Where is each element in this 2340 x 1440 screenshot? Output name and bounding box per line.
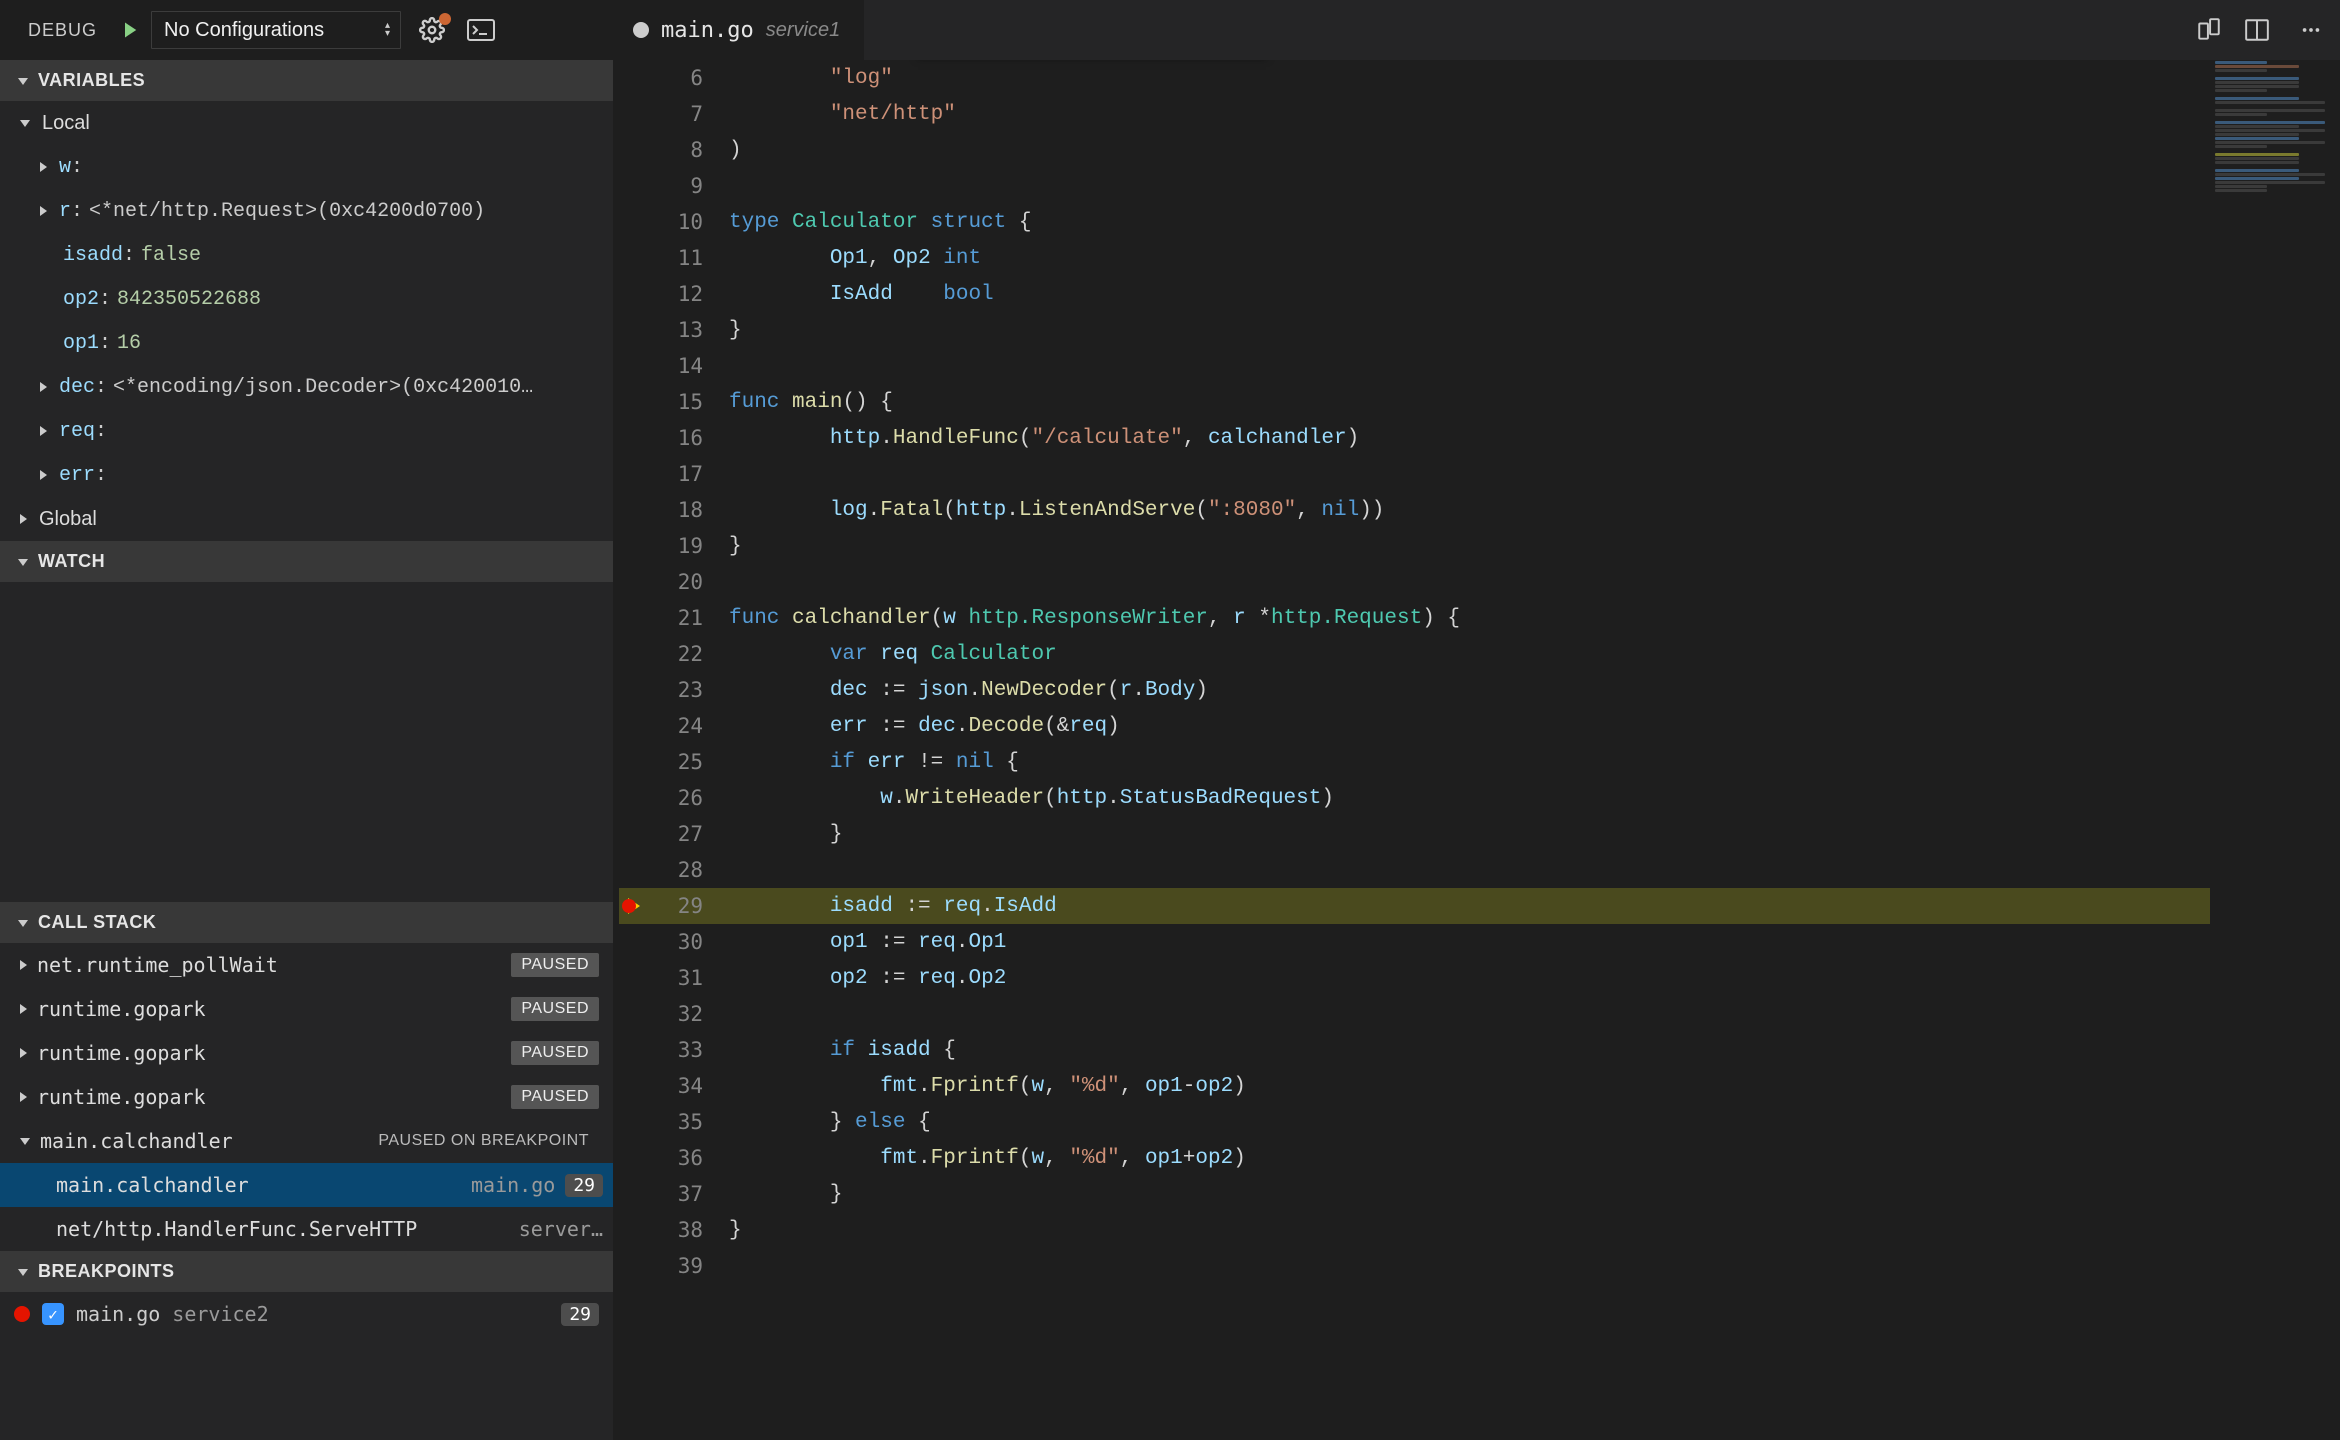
code-line[interactable]: 27 }	[619, 816, 2340, 852]
callstack-thread[interactable]: main.calchandlerPAUSED ON BREAKPOINT	[0, 1119, 613, 1163]
var-row[interactable]: w:	[0, 145, 613, 189]
code-line[interactable]: 30 op1 := req.Op1	[619, 924, 2340, 960]
editor-tabbar: main.go service1	[613, 0, 2340, 60]
code-line[interactable]: 37 }	[619, 1176, 2340, 1212]
code-line[interactable]: 38}	[619, 1212, 2340, 1248]
code-line[interactable]: 6 "log"	[619, 60, 2340, 96]
breakpoints-header[interactable]: BREAKPOINTS	[0, 1251, 613, 1292]
code-line[interactable]: 36 fmt.Fprintf(w, "%d", op1+op2)	[619, 1140, 2340, 1176]
stack-frame[interactable]: net/http.HandlerFunc.ServeHTTPserver…	[0, 1207, 613, 1251]
code-line[interactable]: 29 isadd := req.IsAdd	[619, 888, 2340, 924]
code-line[interactable]: 8)	[619, 132, 2340, 168]
code-line[interactable]: 34 fmt.Fprintf(w, "%d", op1-op2)	[619, 1068, 2340, 1104]
code-line[interactable]: 13}	[619, 312, 2340, 348]
stack-frame[interactable]: main.calchandlermain.go 29	[0, 1163, 613, 1207]
callstack-header[interactable]: CALL STACK	[0, 902, 613, 943]
debug-console-icon[interactable]	[467, 19, 495, 41]
code-line[interactable]: 21func calchandler(w http.ResponseWriter…	[619, 600, 2340, 636]
start-debug-button[interactable]	[115, 15, 145, 45]
code-line[interactable]: 14	[619, 348, 2340, 384]
var-row[interactable]: isadd: false	[0, 233, 613, 277]
callstack-thread[interactable]: runtime.goparkPAUSED	[0, 987, 613, 1031]
code-line[interactable]: 26 w.WriteHeader(http.StatusBadRequest)	[619, 780, 2340, 816]
scope-local[interactable]: Local	[0, 101, 613, 145]
code-line[interactable]: 33 if isadd {	[619, 1032, 2340, 1068]
debug-sidebar: DEBUG No Configurations ▴▾	[0, 0, 613, 1440]
tab-folder: service1	[766, 19, 840, 42]
code-line[interactable]: 7 "net/http"	[619, 96, 2340, 132]
scope-global[interactable]: Global	[0, 497, 613, 541]
code-line[interactable]: 35 } else {	[619, 1104, 2340, 1140]
code-line[interactable]: 22 var req Calculator	[619, 636, 2340, 672]
watch-section: WATCH	[0, 541, 613, 902]
callstack-thread[interactable]: net.runtime_pollWaitPAUSED	[0, 943, 613, 987]
editor-actions	[2196, 17, 2330, 43]
var-row[interactable]: r: <*net/http.Request>(0xc4200d0700)	[0, 189, 613, 233]
code-line[interactable]: 11 Op1, Op2 int	[619, 240, 2340, 276]
breakpoint-dot-icon	[14, 1306, 30, 1322]
breakpoint-row[interactable]: ✓main.goservice229	[0, 1292, 613, 1336]
select-chevrons-icon: ▴▾	[385, 22, 390, 38]
compare-icon[interactable]	[2196, 17, 2222, 43]
code-line[interactable]: 18 log.Fatal(http.ListenAndServe(":8080"…	[619, 492, 2340, 528]
variables-header[interactable]: VARIABLES	[0, 60, 613, 101]
code-line[interactable]: 32	[619, 996, 2340, 1032]
code-line[interactable]: 23 dec := json.NewDecoder(r.Body)	[619, 672, 2340, 708]
callstack-thread[interactable]: runtime.goparkPAUSED	[0, 1031, 613, 1075]
var-row[interactable]: op1: 16	[0, 321, 613, 365]
split-editor-icon[interactable]	[2244, 17, 2270, 43]
modified-dot-icon	[633, 22, 649, 38]
editor-area: main.go service1	[613, 0, 2340, 1440]
var-row[interactable]: dec: <*encoding/json.Decoder>(0xc420010…	[0, 365, 613, 409]
gear-icon[interactable]	[419, 17, 445, 43]
code-line[interactable]: 20	[619, 564, 2340, 600]
var-row[interactable]: req:	[0, 409, 613, 453]
code-line[interactable]: 25 if err != nil {	[619, 744, 2340, 780]
callstack-section: CALL STACK net.runtime_pollWaitPAUSEDrun…	[0, 902, 613, 1251]
debug-config-select[interactable]: No Configurations ▴▾	[151, 11, 401, 49]
editor-tab[interactable]: main.go service1	[613, 0, 865, 60]
code-line[interactable]: 31 op2 := req.Op2	[619, 960, 2340, 996]
execution-pointer-icon	[628, 898, 640, 914]
code-line[interactable]: 24 err := dec.Decode(&req)	[619, 708, 2340, 744]
more-icon[interactable]	[2300, 19, 2322, 41]
var-row[interactable]: op2: 842350522688	[0, 277, 613, 321]
debug-title: DEBUG	[6, 20, 115, 41]
debug-topbar: DEBUG No Configurations ▴▾	[0, 0, 613, 60]
code-line[interactable]: 39	[619, 1248, 2340, 1284]
callstack-thread[interactable]: runtime.goparkPAUSED	[0, 1075, 613, 1119]
code-line[interactable]: 17	[619, 456, 2340, 492]
minimap[interactable]	[2210, 60, 2340, 1440]
variables-section: VARIABLES Localw: r: <*net/http.Request>…	[0, 60, 613, 541]
code-line[interactable]: 16 http.HandleFunc("/calculate", calchan…	[619, 420, 2340, 456]
var-row[interactable]: err:	[0, 453, 613, 497]
code-line[interactable]: 10type Calculator struct {	[619, 204, 2340, 240]
code-line[interactable]: 28	[619, 852, 2340, 888]
code-line[interactable]: 9	[619, 168, 2340, 204]
breakpoint-checkbox[interactable]: ✓	[42, 1303, 64, 1325]
watch-header[interactable]: WATCH	[0, 541, 613, 582]
code-line[interactable]: 15func main() {	[619, 384, 2340, 420]
editor-body[interactable]: ⠿	[613, 60, 2340, 1440]
code-line[interactable]: 12 IsAdd bool	[619, 276, 2340, 312]
tab-filename: main.go	[661, 18, 754, 43]
breakpoints-section: BREAKPOINTS ✓main.goservice229	[0, 1251, 613, 1336]
code-line[interactable]: 19}	[619, 528, 2340, 564]
